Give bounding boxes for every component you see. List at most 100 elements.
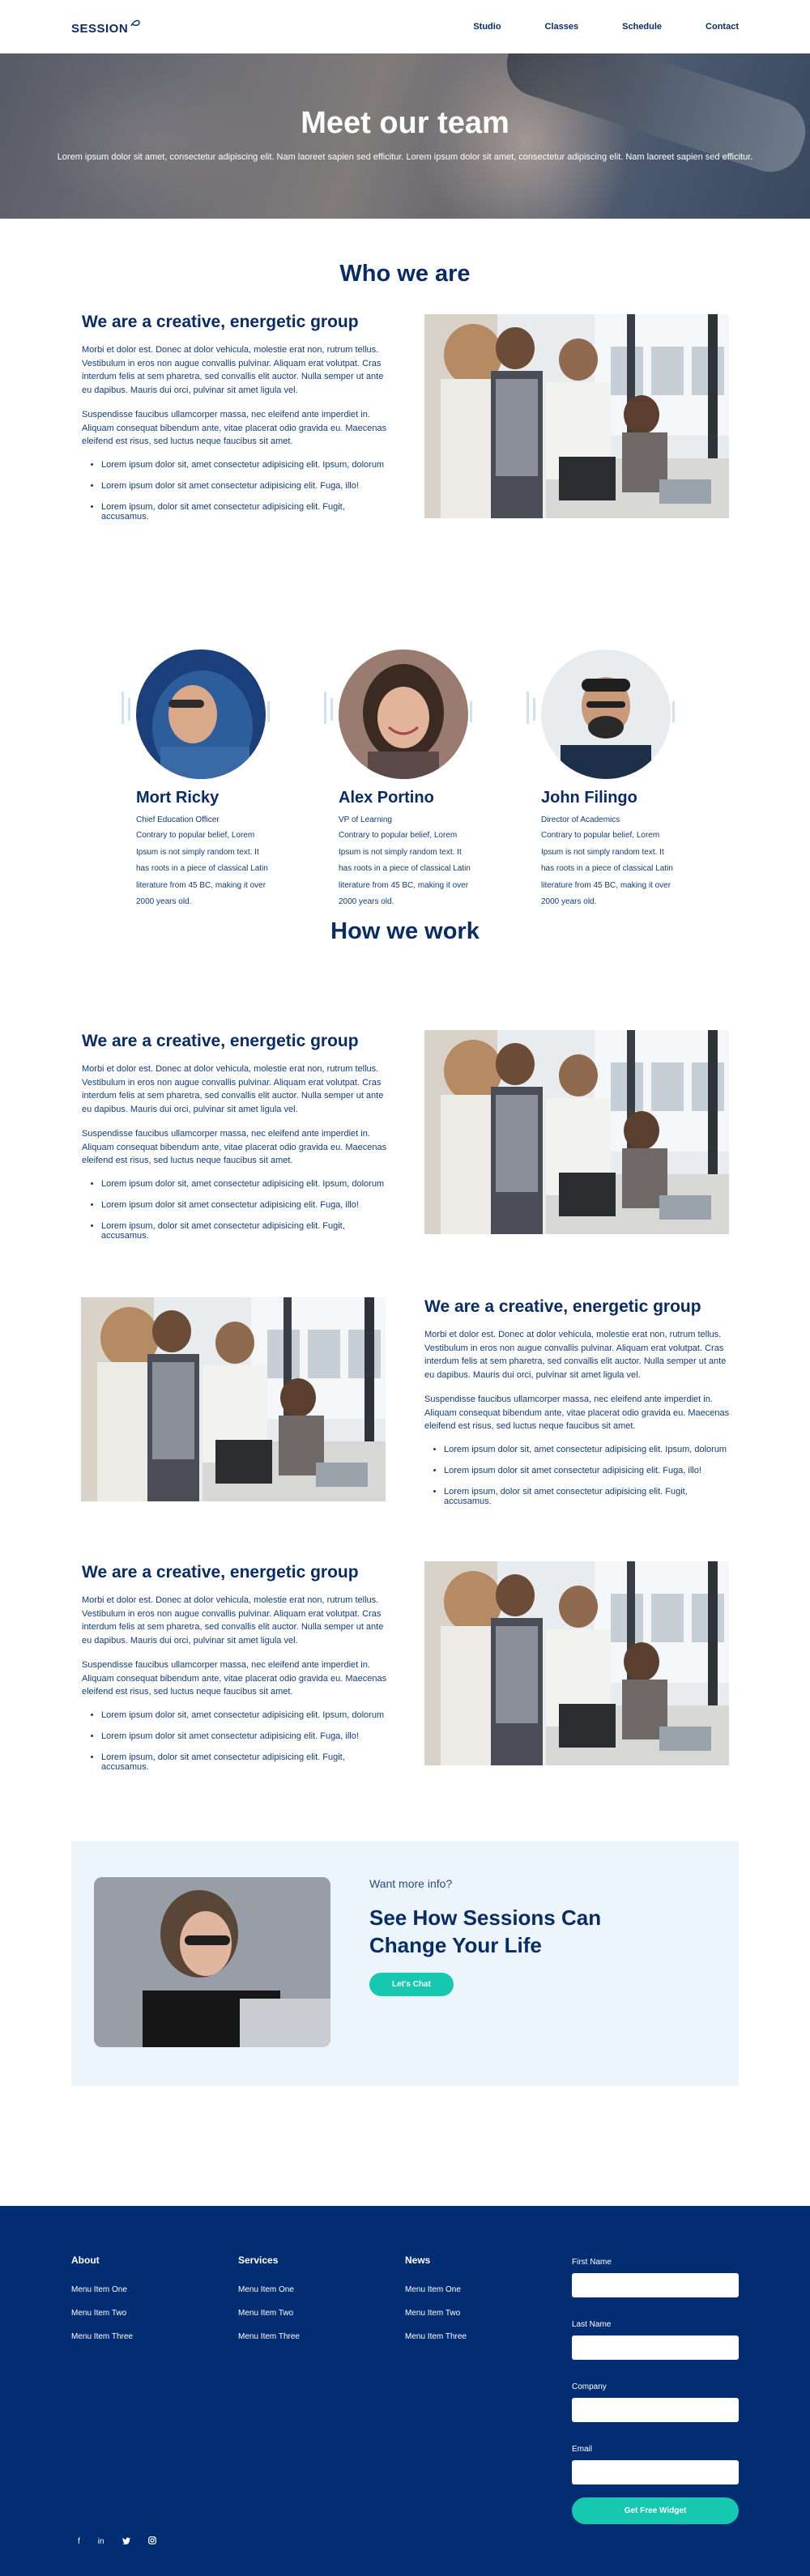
first-name-input[interactable] (572, 2273, 739, 2297)
how-paragraph: Suspendisse faucibus ullamcorper massa, … (424, 1394, 730, 1431)
how-bullet-list: Lorem ipsum dolor sit, amet consectetur … (424, 1445, 731, 1506)
site-header: SESSION Studio Classes Schedule Contact (0, 0, 810, 53)
footer-link[interactable]: Menu Item Three (71, 2332, 133, 2341)
team-photo (424, 1561, 729, 1765)
list-item: Lorem ipsum, dolor sit amet consectetur … (101, 502, 388, 522)
avatar (541, 649, 671, 779)
who-paragraph: Suspendisse faucibus ullamcorper massa, … (82, 410, 387, 446)
list-item: Lorem ipsum, dolor sit amet consectetur … (101, 1752, 388, 1772)
how-paragraph: Suspendisse faucibus ullamcorper massa, … (82, 1660, 387, 1697)
footer-link[interactable]: Menu Item One (238, 2285, 300, 2294)
team-photo (424, 314, 729, 518)
who-bullet-list: Lorem ipsum dolor sit, amet consectetur … (82, 460, 388, 522)
cta-title: See How Sessions Can Change Your Life (369, 1905, 602, 1957)
nav-studio[interactable]: Studio (473, 22, 501, 32)
avatar (339, 649, 468, 779)
list-item: Lorem ipsum dolor sit amet consectetur a… (444, 1466, 731, 1475)
list-item: Lorem ipsum dolor sit amet consectetur a… (101, 481, 388, 491)
how-paragraph: Morbi et dolor est. Donec at dolor vehic… (424, 1330, 727, 1380)
how-paragraph: Suspendisse faucibus ullamcorper massa, … (82, 1129, 387, 1165)
company-label: Company (572, 2382, 607, 2391)
nav-classes[interactable]: Classes (545, 22, 579, 32)
cta-photo (94, 1877, 330, 2047)
site-footer: About Menu Item One Menu Item Two Menu I… (0, 2206, 810, 2576)
logo-text: SESSION (71, 22, 129, 36)
footer-link[interactable]: Menu Item Two (71, 2309, 133, 2318)
list-item: Lorem ipsum dolor sit, amet consectetur … (101, 1710, 388, 1720)
instagram-icon[interactable] (147, 2536, 156, 2547)
who-row: We are a creative, energetic group Morbi… (0, 313, 810, 538)
who-paragraph: Morbi et dolor est. Donec at dolor vehic… (82, 345, 384, 395)
get-free-widget-button[interactable]: Get Free Widget (572, 2497, 739, 2524)
member-name: Mort Ricky (136, 789, 220, 807)
team-member-card: Mort Ricky Chief Education Officer Contr… (122, 649, 282, 911)
logo[interactable]: SESSION (71, 18, 141, 36)
last-name-input[interactable] (572, 2335, 739, 2360)
footer-column-services: Services Menu Item One Menu Item Two Men… (238, 2255, 300, 2356)
list-item: Lorem ipsum, dolor sit amet consectetur … (444, 1487, 731, 1506)
how-row-1: We are a creative, energetic group Morbi… (0, 1030, 810, 1297)
team-member-card: John Filingo Director of Academics Contr… (526, 649, 687, 911)
hero-banner: Meet our team Lorem ipsum dolor sit amet… (0, 53, 810, 219)
team-photo (81, 1297, 386, 1501)
list-item: Lorem ipsum dolor sit, amet consectetur … (444, 1445, 731, 1454)
list-item: Lorem ipsum dolor sit, amet consectetur … (101, 1179, 388, 1189)
team-member-card: Alex Portino VP of Learning Contrary to … (324, 649, 484, 911)
facebook-icon[interactable]: f (78, 2537, 80, 2546)
hero-title: Meet our team (301, 105, 509, 140)
logo-swoosh-icon (130, 19, 140, 27)
footer-link[interactable]: Menu Item Two (405, 2309, 467, 2318)
section-title-who: Who we are (339, 261, 471, 287)
last-name-label: Last Name (572, 2320, 612, 2329)
how-bullet-list: Lorem ipsum dolor sit, amet consectetur … (82, 1179, 388, 1241)
member-name: John Filingo (541, 789, 637, 807)
how-paragraph: Morbi et dolor est. Donec at dolor vehic… (82, 1064, 384, 1114)
cta-panel: Want more info? See How Sessions Can Cha… (71, 1842, 739, 2086)
lets-chat-button[interactable]: Let's Chat (369, 1972, 454, 1996)
how-paragraph: Morbi et dolor est. Donec at dolor vehic… (82, 1595, 384, 1646)
how-bullet-list: Lorem ipsum dolor sit, amet consectetur … (82, 1710, 388, 1772)
first-name-label: First Name (572, 2258, 612, 2267)
who-heading: We are a creative, energetic group (82, 313, 359, 331)
member-role: Chief Education Officer (136, 815, 220, 824)
footer-column-news: News Menu Item One Menu Item Two Menu It… (405, 2255, 467, 2356)
how-heading: We are a creative, energetic group (424, 1297, 701, 1316)
footer-link[interactable]: Menu Item One (405, 2285, 467, 2294)
member-name: Alex Portino (339, 789, 434, 807)
nav-schedule[interactable]: Schedule (622, 22, 662, 32)
cta-pretitle: Want more info? (369, 1877, 453, 1890)
email-input[interactable] (572, 2460, 739, 2484)
twitter-icon[interactable] (122, 2537, 130, 2547)
team-photo (424, 1030, 729, 1234)
linkedin-icon[interactable]: in (98, 2537, 104, 2546)
section-title-how: How we work (330, 918, 480, 944)
email-label: Email (572, 2445, 593, 2454)
main-nav: Studio Classes Schedule Contact (473, 22, 739, 32)
hero-subtitle: Lorem ipsum dolor sit amet, consectetur … (57, 151, 753, 162)
footer-column-title: Services (238, 2255, 279, 2266)
footer-link[interactable]: Menu Item Three (405, 2332, 467, 2341)
list-item: Lorem ipsum dolor sit, amet consectetur … (101, 460, 388, 470)
how-heading: We are a creative, energetic group (82, 1032, 359, 1050)
member-bio: Contrary to popular belief, Lorem Ipsum … (541, 831, 673, 906)
list-item: Lorem ipsum dolor sit amet consectetur a… (101, 1731, 388, 1741)
member-bio: Contrary to popular belief, Lorem Ipsum … (136, 831, 268, 906)
team-grid: Mort Ricky Chief Education Officer Contr… (0, 649, 810, 925)
nav-contact[interactable]: Contact (706, 22, 739, 32)
member-role: Director of Academics (541, 815, 620, 824)
avatar (136, 649, 266, 779)
footer-column-title: News (405, 2255, 431, 2266)
social-links: f in (78, 2536, 156, 2547)
footer-link[interactable]: Menu Item Two (238, 2309, 300, 2318)
list-item: Lorem ipsum, dolor sit amet consectetur … (101, 1221, 388, 1241)
company-input[interactable] (572, 2398, 739, 2422)
list-item: Lorem ipsum dolor sit amet consectetur a… (101, 1200, 388, 1210)
member-bio: Contrary to popular belief, Lorem Ipsum … (339, 831, 471, 906)
footer-link[interactable]: Menu Item Three (238, 2332, 300, 2341)
footer-link[interactable]: Menu Item One (71, 2285, 133, 2294)
how-row-2: We are a creative, energetic group Morbi… (0, 1297, 810, 1563)
footer-column-about: About Menu Item One Menu Item Two Menu I… (71, 2255, 133, 2356)
member-role: VP of Learning (339, 815, 392, 824)
footer-column-title: About (71, 2255, 100, 2266)
widget-form: First Name Last Name Company Email Get F… (572, 2258, 739, 2524)
